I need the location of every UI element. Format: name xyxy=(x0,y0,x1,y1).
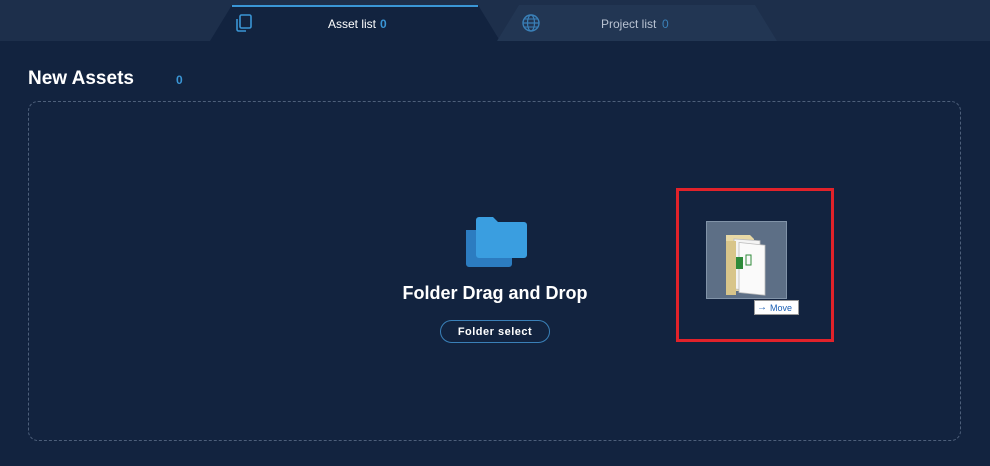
move-tooltip-label: Move xyxy=(770,302,793,313)
folders-icon xyxy=(466,217,527,267)
tab-asset-list-label: Asset list xyxy=(328,17,377,31)
drag-preview xyxy=(706,221,787,299)
page-title: New Assets xyxy=(28,68,134,89)
tab-project-list[interactable]: Project list 0 xyxy=(497,5,777,41)
new-assets-count: 0 xyxy=(176,73,183,87)
copy-icon xyxy=(236,14,252,32)
tab-asset-list-count: 0 xyxy=(380,17,387,31)
tab-asset-list[interactable]: Asset list 0 xyxy=(210,5,500,41)
globe-icon xyxy=(522,14,540,32)
arrow-right-icon: → xyxy=(757,301,767,313)
folder-select-button[interactable]: Folder select xyxy=(440,320,550,343)
dragged-folder-icon xyxy=(726,235,766,296)
drop-zone-title: Folder Drag and Drop xyxy=(402,283,588,303)
top-tab-bar: Asset list 0 Project list 0 xyxy=(0,0,990,41)
tab-project-list-label: Project list xyxy=(601,17,657,31)
tab-project-list-count: 0 xyxy=(662,17,669,31)
move-tooltip: → Move xyxy=(754,300,799,315)
